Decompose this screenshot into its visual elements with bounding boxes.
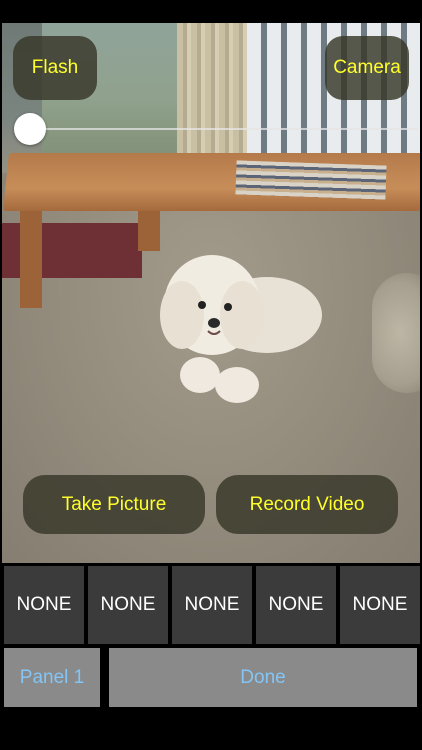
camera-switch-button[interactable]: Camera bbox=[325, 36, 409, 100]
zoom-slider-thumb[interactable] bbox=[14, 113, 46, 145]
take-picture-label: Take Picture bbox=[61, 493, 167, 515]
record-video-label: Record Video bbox=[249, 493, 365, 515]
option-label: NONE bbox=[100, 594, 156, 615]
option-button-4[interactable]: NONE bbox=[256, 566, 336, 644]
options-row: NONE NONE NONE NONE NONE bbox=[0, 566, 422, 644]
record-video-button[interactable]: Record Video bbox=[216, 475, 398, 534]
done-button[interactable]: Done bbox=[109, 648, 417, 707]
option-label: NONE bbox=[352, 594, 408, 615]
done-button-label: Done bbox=[240, 666, 286, 688]
option-label: NONE bbox=[268, 594, 324, 615]
option-button-2[interactable]: NONE bbox=[88, 566, 168, 644]
option-button-3[interactable]: NONE bbox=[172, 566, 252, 644]
camera-button-label: Camera bbox=[333, 57, 401, 78]
flash-button[interactable]: Flash bbox=[13, 36, 97, 100]
preview-books bbox=[235, 160, 387, 200]
flash-button-label: Flash bbox=[31, 57, 79, 78]
preview-pillow bbox=[372, 273, 420, 393]
option-label: NONE bbox=[16, 594, 72, 615]
option-label: NONE bbox=[184, 594, 240, 615]
option-button-5[interactable]: NONE bbox=[340, 566, 420, 644]
take-picture-button[interactable]: Take Picture bbox=[23, 475, 205, 534]
zoom-slider-track[interactable] bbox=[30, 128, 418, 130]
camera-screen: Flash Camera Take Picture Record Video N… bbox=[0, 0, 422, 750]
preview-table-leg bbox=[20, 203, 42, 308]
panel-button-label: Panel 1 bbox=[19, 666, 85, 688]
preview-dog bbox=[160, 255, 322, 403]
panel-button[interactable]: Panel 1 bbox=[4, 648, 100, 707]
option-button-1[interactable]: NONE bbox=[4, 566, 84, 644]
